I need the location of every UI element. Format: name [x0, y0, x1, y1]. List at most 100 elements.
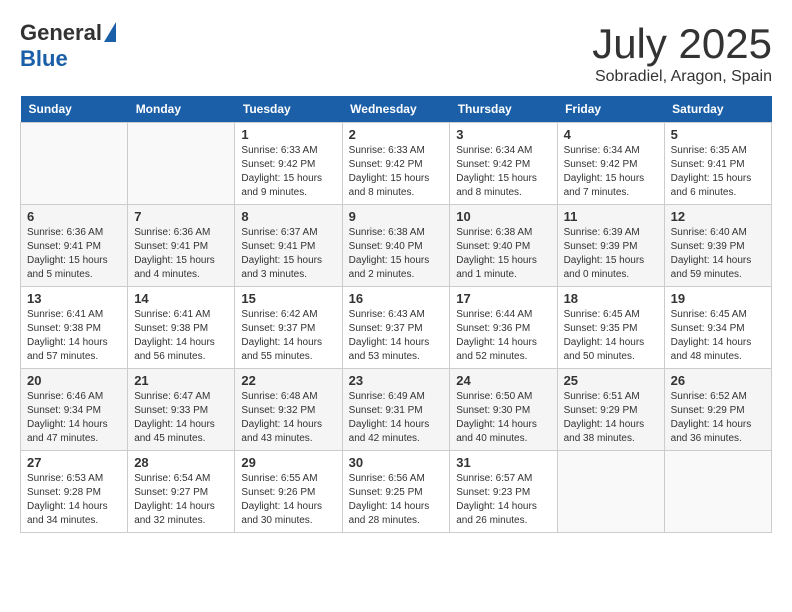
calendar-cell: 13 Sunrise: 6:41 AMSunset: 9:38 PMDaylig… — [21, 287, 128, 369]
day-info: Sunrise: 6:41 AMSunset: 9:38 PMDaylight:… — [134, 308, 228, 364]
day-info: Sunrise: 6:54 AMSunset: 9:27 PMDaylight:… — [134, 472, 228, 528]
day-number: 30 — [349, 455, 444, 470]
logo: General Blue — [20, 20, 116, 72]
calendar-cell: 24 Sunrise: 6:50 AMSunset: 9:30 PMDaylig… — [450, 369, 557, 451]
calendar-cell: 16 Sunrise: 6:43 AMSunset: 9:37 PMDaylig… — [342, 287, 450, 369]
calendar-week-4: 20 Sunrise: 6:46 AMSunset: 9:34 PMDaylig… — [21, 369, 772, 451]
calendar-cell: 27 Sunrise: 6:53 AMSunset: 9:28 PMDaylig… — [21, 451, 128, 533]
day-info: Sunrise: 6:43 AMSunset: 9:37 PMDaylight:… — [349, 308, 444, 364]
day-number: 12 — [671, 209, 765, 224]
day-number: 7 — [134, 209, 228, 224]
month-title: July 2025 — [592, 20, 772, 68]
logo-general-text: General — [20, 20, 102, 46]
calendar-cell: 18 Sunrise: 6:45 AMSunset: 9:35 PMDaylig… — [557, 287, 664, 369]
calendar-cell: 7 Sunrise: 6:36 AMSunset: 9:41 PMDayligh… — [128, 205, 235, 287]
calendar-week-3: 13 Sunrise: 6:41 AMSunset: 9:38 PMDaylig… — [21, 287, 772, 369]
calendar-cell: 14 Sunrise: 6:41 AMSunset: 9:38 PMDaylig… — [128, 287, 235, 369]
day-info: Sunrise: 6:47 AMSunset: 9:33 PMDaylight:… — [134, 390, 228, 446]
day-number: 26 — [671, 373, 765, 388]
day-info: Sunrise: 6:49 AMSunset: 9:31 PMDaylight:… — [349, 390, 444, 446]
column-header-thursday: Thursday — [450, 96, 557, 123]
day-info: Sunrise: 6:36 AMSunset: 9:41 PMDaylight:… — [27, 226, 121, 282]
day-number: 5 — [671, 127, 765, 142]
calendar-cell: 23 Sunrise: 6:49 AMSunset: 9:31 PMDaylig… — [342, 369, 450, 451]
day-info: Sunrise: 6:53 AMSunset: 9:28 PMDaylight:… — [27, 472, 121, 528]
calendar-cell — [128, 123, 235, 205]
day-number: 6 — [27, 209, 121, 224]
calendar-cell: 10 Sunrise: 6:38 AMSunset: 9:40 PMDaylig… — [450, 205, 557, 287]
calendar-cell: 8 Sunrise: 6:37 AMSunset: 9:41 PMDayligh… — [235, 205, 342, 287]
day-info: Sunrise: 6:34 AMSunset: 9:42 PMDaylight:… — [456, 144, 550, 200]
day-info: Sunrise: 6:36 AMSunset: 9:41 PMDaylight:… — [134, 226, 228, 282]
page-header: General Blue July 2025 Sobradiel, Aragon… — [20, 20, 772, 86]
calendar-cell: 4 Sunrise: 6:34 AMSunset: 9:42 PMDayligh… — [557, 123, 664, 205]
day-number: 31 — [456, 455, 550, 470]
column-header-tuesday: Tuesday — [235, 96, 342, 123]
logo-triangle-icon — [104, 22, 116, 42]
calendar-header-row: SundayMondayTuesdayWednesdayThursdayFrid… — [21, 96, 772, 123]
day-info: Sunrise: 6:52 AMSunset: 9:29 PMDaylight:… — [671, 390, 765, 446]
calendar-cell: 31 Sunrise: 6:57 AMSunset: 9:23 PMDaylig… — [450, 451, 557, 533]
day-info: Sunrise: 6:34 AMSunset: 9:42 PMDaylight:… — [564, 144, 658, 200]
day-info: Sunrise: 6:33 AMSunset: 9:42 PMDaylight:… — [241, 144, 335, 200]
day-info: Sunrise: 6:57 AMSunset: 9:23 PMDaylight:… — [456, 472, 550, 528]
day-number: 8 — [241, 209, 335, 224]
calendar-cell: 21 Sunrise: 6:47 AMSunset: 9:33 PMDaylig… — [128, 369, 235, 451]
calendar-week-5: 27 Sunrise: 6:53 AMSunset: 9:28 PMDaylig… — [21, 451, 772, 533]
day-info: Sunrise: 6:45 AMSunset: 9:34 PMDaylight:… — [671, 308, 765, 364]
calendar-cell: 9 Sunrise: 6:38 AMSunset: 9:40 PMDayligh… — [342, 205, 450, 287]
column-header-friday: Friday — [557, 96, 664, 123]
calendar-cell — [664, 451, 771, 533]
column-header-saturday: Saturday — [664, 96, 771, 123]
day-number: 3 — [456, 127, 550, 142]
calendar-cell: 17 Sunrise: 6:44 AMSunset: 9:36 PMDaylig… — [450, 287, 557, 369]
day-info: Sunrise: 6:40 AMSunset: 9:39 PMDaylight:… — [671, 226, 765, 282]
calendar-cell — [21, 123, 128, 205]
day-info: Sunrise: 6:42 AMSunset: 9:37 PMDaylight:… — [241, 308, 335, 364]
day-number: 18 — [564, 291, 658, 306]
calendar-cell: 25 Sunrise: 6:51 AMSunset: 9:29 PMDaylig… — [557, 369, 664, 451]
calendar-cell: 30 Sunrise: 6:56 AMSunset: 9:25 PMDaylig… — [342, 451, 450, 533]
logo-blue-text: Blue — [20, 46, 68, 72]
day-info: Sunrise: 6:44 AMSunset: 9:36 PMDaylight:… — [456, 308, 550, 364]
day-info: Sunrise: 6:55 AMSunset: 9:26 PMDaylight:… — [241, 472, 335, 528]
day-info: Sunrise: 6:33 AMSunset: 9:42 PMDaylight:… — [349, 144, 444, 200]
day-number: 13 — [27, 291, 121, 306]
column-header-monday: Monday — [128, 96, 235, 123]
calendar-cell: 20 Sunrise: 6:46 AMSunset: 9:34 PMDaylig… — [21, 369, 128, 451]
day-info: Sunrise: 6:39 AMSunset: 9:39 PMDaylight:… — [564, 226, 658, 282]
day-info: Sunrise: 6:50 AMSunset: 9:30 PMDaylight:… — [456, 390, 550, 446]
calendar-cell: 3 Sunrise: 6:34 AMSunset: 9:42 PMDayligh… — [450, 123, 557, 205]
day-info: Sunrise: 6:56 AMSunset: 9:25 PMDaylight:… — [349, 472, 444, 528]
calendar-cell: 15 Sunrise: 6:42 AMSunset: 9:37 PMDaylig… — [235, 287, 342, 369]
calendar-cell: 11 Sunrise: 6:39 AMSunset: 9:39 PMDaylig… — [557, 205, 664, 287]
calendar-cell: 28 Sunrise: 6:54 AMSunset: 9:27 PMDaylig… — [128, 451, 235, 533]
day-number: 2 — [349, 127, 444, 142]
calendar-week-1: 1 Sunrise: 6:33 AMSunset: 9:42 PMDayligh… — [21, 123, 772, 205]
day-number: 22 — [241, 373, 335, 388]
calendar-cell: 29 Sunrise: 6:55 AMSunset: 9:26 PMDaylig… — [235, 451, 342, 533]
title-block: July 2025 Sobradiel, Aragon, Spain — [592, 20, 772, 86]
day-number: 21 — [134, 373, 228, 388]
day-info: Sunrise: 6:35 AMSunset: 9:41 PMDaylight:… — [671, 144, 765, 200]
calendar-cell: 6 Sunrise: 6:36 AMSunset: 9:41 PMDayligh… — [21, 205, 128, 287]
calendar-table: SundayMondayTuesdayWednesdayThursdayFrid… — [20, 96, 772, 533]
day-info: Sunrise: 6:37 AMSunset: 9:41 PMDaylight:… — [241, 226, 335, 282]
day-info: Sunrise: 6:38 AMSunset: 9:40 PMDaylight:… — [456, 226, 550, 282]
day-info: Sunrise: 6:51 AMSunset: 9:29 PMDaylight:… — [564, 390, 658, 446]
column-header-sunday: Sunday — [21, 96, 128, 123]
column-header-wednesday: Wednesday — [342, 96, 450, 123]
calendar-cell: 2 Sunrise: 6:33 AMSunset: 9:42 PMDayligh… — [342, 123, 450, 205]
day-number: 1 — [241, 127, 335, 142]
day-number: 9 — [349, 209, 444, 224]
day-number: 14 — [134, 291, 228, 306]
day-number: 16 — [349, 291, 444, 306]
day-number: 15 — [241, 291, 335, 306]
location-text: Sobradiel, Aragon, Spain — [592, 68, 772, 86]
day-info: Sunrise: 6:38 AMSunset: 9:40 PMDaylight:… — [349, 226, 444, 282]
day-number: 20 — [27, 373, 121, 388]
calendar-cell: 12 Sunrise: 6:40 AMSunset: 9:39 PMDaylig… — [664, 205, 771, 287]
day-number: 17 — [456, 291, 550, 306]
calendar-week-2: 6 Sunrise: 6:36 AMSunset: 9:41 PMDayligh… — [21, 205, 772, 287]
day-number: 11 — [564, 209, 658, 224]
